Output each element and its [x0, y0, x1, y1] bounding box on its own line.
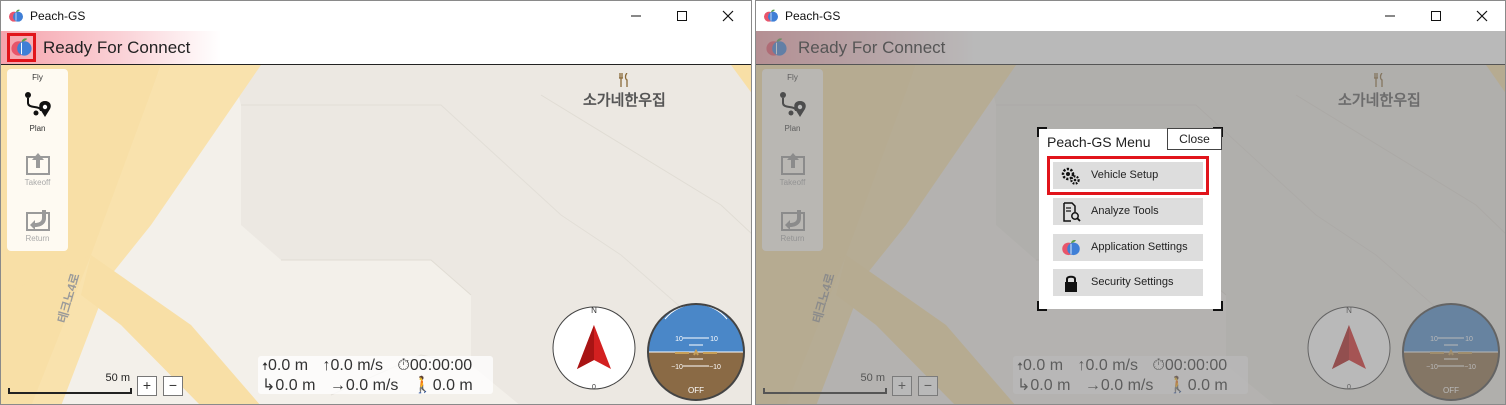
- zoom-in-button[interactable]: +: [137, 376, 157, 396]
- vertical-speed-value: 0.0 m/s: [330, 357, 383, 374]
- compass-north-label: N: [591, 306, 597, 315]
- menu-title: Peach-GS Menu: [1047, 134, 1151, 150]
- menu-item-label: Analyze Tools: [1091, 205, 1159, 217]
- takeoff-button[interactable]: Takeoff: [7, 151, 68, 187]
- menu-item-application-settings[interactable]: Application Settings: [1053, 234, 1203, 261]
- altitude-value: 0.0 m: [268, 357, 309, 374]
- restaurant-icon: [619, 73, 628, 87]
- return-icon: [25, 210, 50, 231]
- takeoff-icon: [25, 153, 50, 175]
- corner-mark: [1037, 127, 1047, 137]
- menu-close-button[interactable]: Close: [1167, 128, 1222, 150]
- return-label: Return: [25, 234, 50, 243]
- document-search-icon: [1063, 202, 1081, 222]
- menu-window: Peach-GS Ready For Connect: [755, 0, 1506, 405]
- menu-item-vehicle-setup[interactable]: Vehicle Setup: [1047, 156, 1209, 195]
- peach-logo-icon: [10, 36, 33, 59]
- app-menu-dialog: Peach-GS Menu Close Vehicle Setup Analyz…: [1037, 127, 1223, 311]
- toolstrip-header: Fly: [32, 73, 43, 82]
- gears-icon: [1061, 167, 1080, 185]
- timer-icon: ⏱: [397, 357, 410, 374]
- connection-status: Ready For Connect: [43, 38, 191, 57]
- scale-line: [8, 392, 132, 394]
- vertical-speed-icon: ↑: [322, 357, 331, 374]
- close-window-button[interactable]: [1459, 1, 1505, 31]
- plan-label: Plan: [29, 124, 46, 133]
- minimize-icon: [1385, 15, 1395, 17]
- window-title: Peach-GS: [785, 9, 841, 23]
- distance-icon: ↳: [262, 377, 276, 394]
- takeoff-label: Takeoff: [24, 178, 51, 187]
- corner-mark: [1213, 301, 1223, 311]
- maximize-button[interactable]: [1413, 1, 1459, 31]
- pitch-down-right: −10: [709, 364, 721, 371]
- scale-label: 50 m: [105, 372, 130, 384]
- ground-speed-value: 0.0 m/s: [345, 377, 399, 394]
- attitude-indicator: 10 10 −10 −10 OFF: [647, 303, 745, 401]
- minimize-icon: [631, 15, 641, 17]
- maximize-icon: [677, 11, 687, 21]
- pitch-up-right: 10: [710, 336, 718, 343]
- peach-logo-icon: [1061, 238, 1081, 258]
- app-menu-button[interactable]: [7, 33, 36, 62]
- maximize-button[interactable]: [659, 1, 705, 31]
- map-canvas: [1, 65, 751, 404]
- minimize-button[interactable]: [1367, 1, 1413, 31]
- window-title: Peach-GS: [30, 9, 86, 23]
- scale-tick-right: [130, 388, 132, 394]
- compass-widget: N 0: [552, 306, 636, 391]
- home-distance-value: 0.0 m: [432, 377, 473, 394]
- lock-icon: [1065, 275, 1077, 292]
- plan-button[interactable]: Plan: [7, 89, 68, 133]
- menu-item-analyze-tools[interactable]: Analyze Tools: [1053, 198, 1203, 225]
- maximize-icon: [1431, 11, 1441, 21]
- menu-item-label: Security Settings: [1091, 276, 1174, 288]
- attitude-status: OFF: [688, 386, 704, 395]
- close-icon: [1476, 10, 1488, 22]
- menu-item-security-settings[interactable]: Security Settings: [1053, 269, 1203, 296]
- corner-mark: [1037, 301, 1047, 311]
- map-scale: 50 m: [8, 372, 132, 394]
- close-window-button[interactable]: [705, 1, 751, 31]
- app-icon: [8, 8, 24, 24]
- telemetry-panel: 🠅0.0 m ↑0.0 m/s ⏱00:00:00 ↳0.0 m →0.0 m/…: [258, 356, 493, 394]
- return-button[interactable]: Return: [7, 207, 68, 243]
- plan-route-icon: [24, 92, 51, 117]
- app-icon: [763, 8, 779, 24]
- status-bar: Ready For Connect: [1, 31, 751, 65]
- menu-item-label: Vehicle Setup: [1091, 169, 1159, 181]
- minimize-button[interactable]: [613, 1, 659, 31]
- pitch-down-left: −10: [671, 364, 683, 371]
- flight-time-value: 00:00:00: [409, 357, 473, 374]
- pitch-up-left: 10: [675, 336, 683, 343]
- home-distance-icon: 🚶: [412, 377, 433, 394]
- map-view[interactable]: 소가네한우집 테크노4로 Fly Plan Takeoff: [1, 65, 751, 404]
- compass-heading-label: 0: [592, 384, 596, 391]
- main-window: Peach-GS Ready For Connect 소가네한우집 테크노4로 …: [0, 0, 752, 405]
- menu-item-label: Application Settings: [1091, 241, 1188, 253]
- distance-value: 0.0 m: [275, 377, 316, 394]
- poi-label: 소가네한우집: [583, 92, 666, 109]
- zoom-out-button[interactable]: −: [163, 376, 183, 396]
- title-bar: Peach-GS: [1, 1, 751, 31]
- tool-strip: Fly Plan Takeoff: [7, 69, 68, 251]
- scale-tick-left: [8, 388, 10, 394]
- title-bar: Peach-GS: [756, 1, 1505, 31]
- ground-speed-icon: →: [329, 377, 346, 394]
- close-icon: [722, 10, 734, 22]
